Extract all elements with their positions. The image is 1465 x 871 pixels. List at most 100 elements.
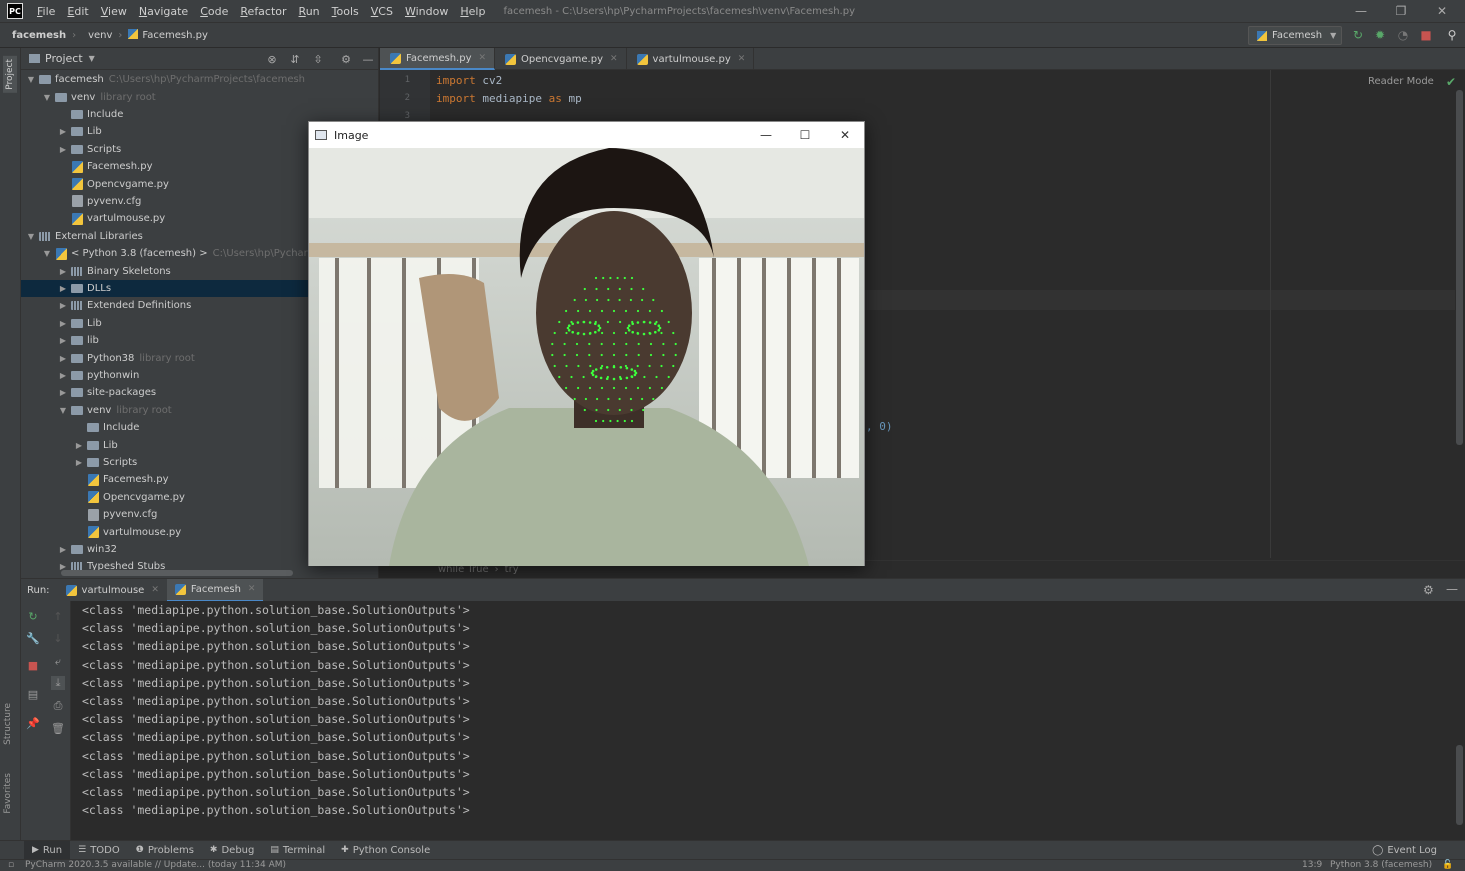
caret-position[interactable]: 13:9 [1302, 860, 1322, 870]
status-square-icon[interactable]: ▫ [8, 860, 14, 870]
event-log-button[interactable]: ◯ Event Log [1372, 841, 1437, 860]
close-tab-icon[interactable]: ✕ [738, 54, 746, 64]
restore-window-button[interactable]: ❐ [1381, 0, 1421, 22]
status-message[interactable]: PyCharm 2020.3.5 available // Update... … [25, 860, 286, 870]
hide-panel-icon[interactable]: — [361, 52, 375, 66]
coverage-icon[interactable]: ◔ [1396, 28, 1410, 42]
structure-tool-tab[interactable]: Structure [3, 703, 13, 745]
chevron-down-icon[interactable]: ▼ [41, 93, 53, 102]
tool-tab-debug[interactable]: ✱ Debug [202, 841, 262, 860]
image-window-maximize-button[interactable]: ☐ [785, 122, 825, 148]
menu-refactor[interactable]: Refactor [234, 5, 292, 18]
menu-edit[interactable]: Edit [61, 5, 94, 18]
chevron-down-icon[interactable]: ▼ [25, 232, 37, 241]
chevron-right-icon[interactable]: ▶ [57, 127, 69, 136]
tool-tab-terminal[interactable]: ▤ Terminal [262, 841, 333, 860]
gear-icon[interactable]: ⚙ [339, 52, 353, 66]
arrow-up-icon[interactable]: ↑ [51, 609, 65, 623]
tool-tab-todo[interactable]: ☰ TODO [70, 841, 128, 860]
horizontal-scrollbar[interactable] [61, 570, 293, 576]
python-interpreter[interactable]: Python 3.8 (facemesh) [1330, 860, 1432, 870]
close-tab-icon[interactable]: ✕ [610, 54, 618, 64]
print-icon[interactable]: ⎙ [51, 699, 65, 713]
console-scrollbar[interactable] [1456, 745, 1463, 825]
menu-window[interactable]: Window [399, 5, 454, 18]
pin-icon[interactable]: 📌 [26, 716, 40, 730]
menu-file[interactable]: File [31, 5, 61, 18]
hide-panel-icon[interactable]: — [1446, 582, 1458, 596]
rerun-icon[interactable]: ↻ [1351, 28, 1365, 42]
chevron-right-icon[interactable]: ▶ [57, 267, 69, 276]
arrow-down-icon[interactable]: ↓ [51, 631, 65, 645]
run-tab[interactable]: Facemesh ✕ [166, 578, 264, 602]
menu-run[interactable]: Run [293, 5, 326, 18]
chevron-right-icon[interactable]: ▶ [57, 301, 69, 310]
trash-icon[interactable]: 🗑 [51, 721, 65, 735]
expand-all-icon[interactable]: ⇵ [288, 52, 302, 66]
locate-file-icon[interactable]: ⊗ [265, 52, 279, 66]
chevron-right-icon[interactable]: ▶ [57, 545, 69, 554]
menu-view[interactable]: View [95, 5, 133, 18]
editor-scrollbar[interactable] [1456, 90, 1463, 445]
stop-icon[interactable]: ■ [1419, 28, 1433, 42]
rerun-icon[interactable]: ↻ [26, 609, 40, 623]
debug-icon[interactable]: ✹ [1373, 28, 1387, 42]
chevron-right-icon[interactable]: ▶ [73, 441, 85, 450]
image-window-minimize-button[interactable]: — [746, 122, 786, 148]
tree-item[interactable]: ▼ venv library root [21, 88, 378, 105]
chevron-right-icon[interactable]: ▶ [57, 336, 69, 345]
chevron-right-icon[interactable]: ▶ [57, 388, 69, 397]
close-window-button[interactable]: ✕ [1422, 0, 1462, 22]
code-line[interactable]: import cv2 [436, 74, 502, 87]
project-panel-title[interactable]: Project [45, 52, 83, 65]
chevron-right-icon[interactable]: ▶ [73, 458, 85, 467]
chevron-right-icon[interactable]: ▶ [57, 145, 69, 154]
project-tool-tab[interactable]: Project [3, 56, 17, 93]
close-tab-icon[interactable]: ✕ [479, 53, 487, 63]
gear-icon[interactable]: ⚙ [1423, 583, 1434, 597]
breadcrumb-folder[interactable]: venv [76, 30, 118, 41]
chevron-down-icon[interactable]: ▼ [41, 249, 53, 258]
breadcrumb-project[interactable]: facemesh [0, 30, 72, 41]
breadcrumb-file[interactable]: Facemesh.py [122, 29, 214, 41]
close-tab-icon[interactable]: ✕ [151, 585, 159, 595]
close-tab-icon[interactable]: ✕ [248, 584, 256, 594]
scroll-to-end-icon[interactable]: ⤓ [51, 676, 65, 690]
menu-help[interactable]: Help [454, 5, 491, 18]
run-configuration-select[interactable]: Facemesh ▼ [1248, 26, 1342, 45]
chevron-right-icon[interactable]: ▶ [57, 284, 69, 293]
menu-vcs[interactable]: VCS [365, 5, 399, 18]
minimize-window-button[interactable]: — [1341, 0, 1381, 22]
menu-tools[interactable]: Tools [326, 5, 365, 18]
tool-tab-python-console[interactable]: ✚ Python Console [333, 841, 438, 860]
lock-icon[interactable]: 🔓 [1442, 860, 1453, 870]
run-tab[interactable]: vartulmouse ✕ [58, 579, 167, 602]
tool-tab-run[interactable]: ▶ Run [24, 840, 71, 860]
reader-mode-toggle[interactable]: Reader Mode [1368, 76, 1434, 87]
menu-code[interactable]: Code [194, 5, 234, 18]
inspection-ok-icon[interactable]: ✔ [1446, 75, 1456, 89]
favorites-tool-tab[interactable]: Favorites [3, 773, 13, 814]
search-icon[interactable]: ⚲ [1445, 28, 1459, 42]
tree-item[interactable]: ▼ facemesh C:\Users\hp\PycharmProjects\fac… [21, 71, 378, 88]
editor-tab[interactable]: vartulmouse.py ✕ [627, 48, 755, 70]
chevron-right-icon[interactable]: ▶ [57, 371, 69, 380]
chevron-down-icon[interactable]: ▼ [57, 406, 69, 415]
chevron-right-icon[interactable]: ▶ [57, 319, 69, 328]
collapse-all-icon[interactable]: ⇳ [311, 52, 325, 66]
chevron-down-icon[interactable]: ▼ [25, 75, 37, 84]
image-window-titlebar[interactable]: Image — ☐ ✕ [309, 122, 864, 148]
wrench-icon[interactable]: 🔧 [26, 631, 40, 645]
editor-tab[interactable]: Facemesh.py ✕ [380, 48, 496, 70]
layout-icon[interactable]: ▤ [26, 687, 40, 701]
chevron-down-icon[interactable]: ▼ [89, 54, 95, 63]
image-window-close-button[interactable]: ✕ [825, 122, 865, 148]
soft-wrap-icon[interactable]: ⤶ [51, 655, 65, 669]
menu-navigate[interactable]: Navigate [133, 5, 194, 18]
chevron-right-icon[interactable]: ▶ [57, 354, 69, 363]
code-line[interactable]: import mediapipe as mp [436, 92, 582, 105]
opencv-image-window[interactable]: Image — ☐ ✕ [308, 121, 865, 566]
tool-tab-problems[interactable]: ❶ Problems [128, 841, 202, 860]
editor-tab[interactable]: Opencvgame.py ✕ [495, 48, 627, 70]
stop-icon[interactable]: ■ [26, 658, 40, 672]
